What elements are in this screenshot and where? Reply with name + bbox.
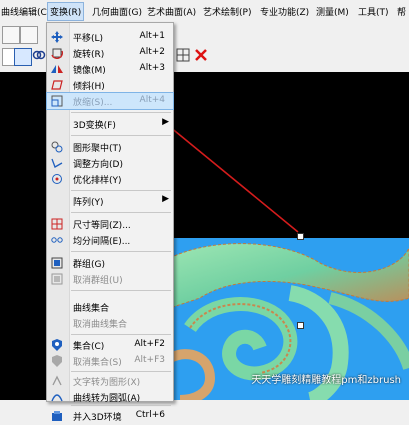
rotate-icon [51, 47, 64, 59]
curve-to-arc-icon [51, 391, 63, 403]
unset-icon [51, 355, 63, 367]
menu-separator [71, 190, 171, 191]
menu-separator [71, 334, 171, 335]
menu-item-ungroup[interactable]: 取消群组(U) [47, 271, 173, 287]
submenu-arrow-icon: ▶ [162, 194, 169, 204]
menu-item-skew[interactable]: 倾斜(H) [47, 77, 173, 93]
text-to-shape-icon [51, 375, 63, 387]
scale-icon [51, 95, 63, 107]
menu-item-center-shape[interactable]: 图形聚中(T) [47, 139, 173, 155]
submenu-arrow-icon: ▶ [162, 117, 169, 127]
move-icon [51, 31, 63, 43]
menu-separator [71, 212, 171, 213]
menu-item-set[interactable]: 集合(C) Alt+F2 [47, 337, 173, 353]
menu-item-same-size[interactable]: 尺寸等同(Z)... [47, 216, 173, 232]
menu-item-curve-to-arc[interactable]: 曲线转为圆弧(A) [47, 389, 173, 405]
nesting-icon [51, 173, 63, 185]
menu-item-scale[interactable]: 放缩(S)... Alt+4 [46, 92, 174, 110]
menu-separator [71, 371, 171, 372]
menu-item-optimize-nesting[interactable]: 优化排样(Y) [47, 171, 173, 187]
set-icon [51, 339, 63, 351]
menu-separator [71, 251, 171, 252]
ungroup-icon [51, 273, 63, 285]
menu-item-unset[interactable]: 取消集合(S) Alt+F3 [47, 353, 173, 369]
menu-item-3d-transform[interactable]: 3D变换(F) ▶ [47, 116, 173, 132]
center-icon [51, 141, 63, 153]
menu-item-array[interactable]: 阵列(Y) ▶ [47, 193, 173, 209]
menu-separator [71, 290, 171, 291]
menu-separator [71, 135, 171, 136]
menu-item-cancel-curve-set[interactable]: 取消曲线集合 [47, 315, 173, 331]
spacing-icon [51, 234, 63, 246]
merge-3d-icon [51, 410, 63, 422]
menu-item-equal-spacing[interactable]: 均分间隔(E)... [47, 232, 173, 248]
group-icon [51, 257, 63, 269]
menu-item-adjust-direction[interactable]: 调整方向(D) [47, 155, 173, 171]
menu-item-translate[interactable]: 平移(L) Alt+1 [47, 29, 173, 45]
menu-item-merge-3d[interactable]: 并入3D环境 Ctrl+6 [47, 408, 173, 424]
same-size-icon [51, 218, 63, 230]
menu-separator [71, 112, 171, 113]
direction-icon [51, 157, 63, 169]
menu-item-curve-set[interactable]: 曲线集合 [47, 299, 173, 315]
menu-separator [71, 405, 171, 406]
transform-dropdown-menu: 平移(L) Alt+1 旋转(R) Alt+2 镜像(M) Alt+3 倾斜(H… [46, 22, 174, 423]
skew-icon [51, 79, 63, 91]
menu-item-mirror[interactable]: 镜像(M) Alt+3 [47, 61, 173, 77]
menu-item-rotate[interactable]: 旋转(R) Alt+2 [47, 45, 173, 61]
menu-item-text-to-shape[interactable]: 文字转为图形(X) [47, 373, 173, 389]
menu-item-group[interactable]: 群组(G) [47, 255, 173, 271]
mirror-icon [51, 63, 63, 75]
